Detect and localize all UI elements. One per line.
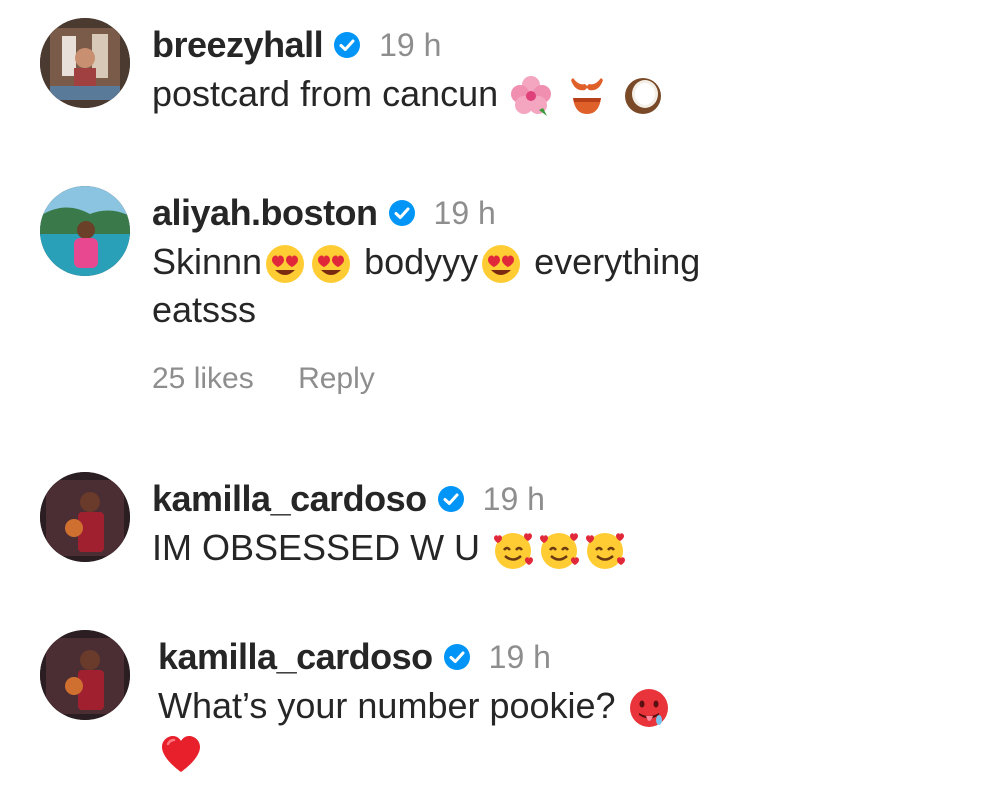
timestamp: 19 h — [433, 194, 496, 231]
verified-badge-icon — [443, 643, 471, 671]
comment-text-part: everything — [524, 241, 701, 282]
smiling-hearts-icon — [583, 528, 627, 572]
comment-text: Skinnn bodyyy everything — [152, 238, 700, 286]
username[interactable]: aliyah.boston — [152, 192, 378, 234]
verified-badge-icon — [333, 31, 361, 59]
likes-count[interactable]: 25 likes — [152, 362, 254, 395]
hibiscus-icon — [509, 74, 553, 118]
comment-actions: 25 likes Reply — [152, 362, 700, 396]
comment-text: IM OBSESSED W U — [152, 524, 628, 572]
bikini-icon — [565, 74, 609, 118]
comment-text-content: postcard from cancun — [152, 73, 499, 114]
avatar[interactable] — [40, 472, 130, 562]
timestamp: 19 h — [488, 638, 551, 675]
comment-text-continued — [158, 732, 672, 776]
username[interactable]: kamilla_cardoso — [152, 478, 427, 520]
username[interactable]: breezyhall — [152, 24, 324, 66]
comment-text: postcard from cancun — [152, 70, 666, 118]
timestamp: 19 h — [482, 480, 545, 517]
smiling-hearts-icon — [537, 528, 581, 572]
heart-eyes-icon — [263, 242, 307, 286]
drooling-face-icon — [627, 686, 671, 730]
heart-eyes-icon — [309, 242, 353, 286]
timestamp: 19 h — [379, 26, 442, 63]
avatar[interactable] — [40, 186, 130, 276]
coconut-icon — [621, 74, 665, 118]
verified-badge-icon — [388, 199, 416, 227]
avatar[interactable] — [40, 18, 130, 108]
comment-text-part: Skinnn — [152, 241, 263, 282]
username[interactable]: kamilla_cardoso — [158, 636, 433, 678]
comment-text-continued: eatsss — [152, 289, 257, 331]
comment-text-part: bodyyy — [354, 241, 479, 282]
red-heart-icon — [159, 732, 203, 776]
avatar[interactable] — [40, 630, 130, 720]
reply-button[interactable]: Reply — [298, 362, 375, 395]
verified-badge-icon — [437, 485, 465, 513]
heart-eyes-icon — [479, 242, 523, 286]
comment-text-content: IM OBSESSED W U — [152, 527, 481, 568]
comment-text-content: What’s your number pookie? — [158, 685, 616, 726]
smiling-hearts-icon — [491, 528, 535, 572]
comment-text: What’s your number pookie? — [158, 682, 672, 730]
